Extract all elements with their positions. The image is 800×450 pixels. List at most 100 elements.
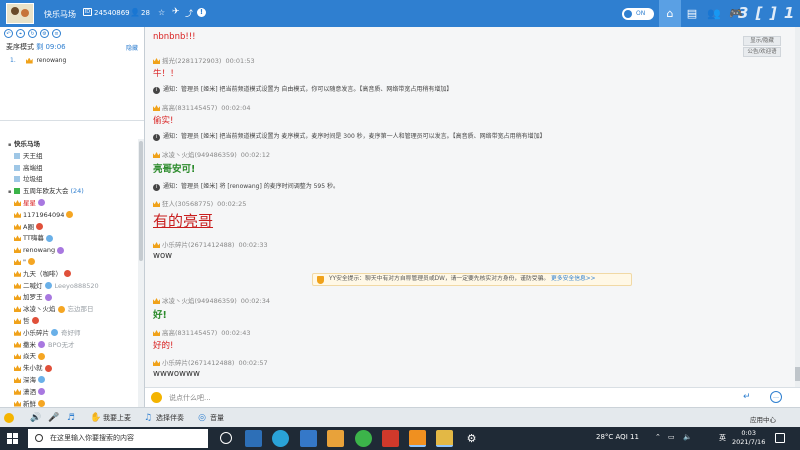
ime-indicator[interactable]: 英	[719, 433, 726, 443]
yy-channel-icon[interactable]	[436, 430, 453, 447]
taskbar-search[interactable]: 在这里输入你要搜索的内容	[28, 429, 208, 448]
tree-user[interactable]: 潇洒	[0, 387, 138, 399]
sender-name[interactable]: 小乐碎片(2671412488)	[162, 241, 234, 249]
location-icon[interactable]: ⌖	[16, 29, 25, 38]
back-icon[interactable]: ↶	[4, 29, 13, 38]
chat-scrollbar[interactable]	[795, 27, 800, 387]
speaker-button[interactable]: 🔊	[30, 412, 43, 424]
volume-button[interactable]: ◎ 音量	[197, 412, 224, 424]
tree-label: 五周年欧友大会	[23, 187, 69, 196]
channel-icon	[14, 188, 20, 195]
tree-channel[interactable]: 天王组	[0, 151, 138, 163]
tree-user[interactable]: 朱小就	[0, 363, 138, 375]
app-center-button[interactable]: 应用中心	[750, 414, 776, 424]
level-badge-icon	[64, 270, 71, 278]
message-header: 高高(831145457) 00:02:04	[153, 102, 251, 112]
star-icon[interactable]: ☆	[158, 8, 165, 17]
tree-channel[interactable]: 高端组	[0, 163, 138, 175]
chat-input[interactable]: 说点什么吧...	[169, 393, 211, 403]
id-icon: ID	[83, 8, 92, 16]
sender-name[interactable]: 冰凌丶火焰(949486359)	[162, 297, 237, 305]
tree-channel[interactable]: ▪ 五周年欧友大会 (24)	[0, 186, 138, 198]
sender-name[interactable]: 冰凌丶火焰(949486359)	[162, 151, 237, 159]
plane-icon[interactable]: ✈	[172, 7, 180, 17]
security-tip: YY安全提示：聊天中有对方自称管理员或DW，请一定要先核实对方身份，谨防受骗。 …	[312, 273, 632, 286]
level-badge-icon	[38, 376, 45, 384]
tree-user[interactable]: 星星	[0, 198, 138, 210]
channel-tree-scrollbar[interactable]	[138, 139, 144, 407]
tree-channel[interactable]: 垃圾组	[0, 174, 138, 186]
explorer-icon[interactable]	[245, 430, 262, 447]
network-icon[interactable]: ▭	[668, 433, 675, 441]
hide-button[interactable]: 隐藏	[126, 43, 138, 52]
volume-tray-icon[interactable]: 🔈	[683, 433, 692, 441]
wechat-icon[interactable]	[355, 430, 372, 447]
mode-toggle[interactable]: ON	[622, 8, 654, 20]
message-body: nbnbnb!!!	[153, 32, 196, 42]
tree-user[interactable]: 深海	[0, 375, 138, 387]
sender-name[interactable]: 摇光(2281172903)	[162, 57, 221, 65]
sender-name[interactable]: 小乐碎片(2671412488)	[162, 359, 234, 367]
tree-user[interactable]: 新鲜	[0, 399, 138, 407]
edge-icon[interactable]	[272, 430, 289, 447]
level-badge-icon	[28, 258, 35, 266]
announcement-button[interactable]: 公告/欢迎语	[743, 47, 781, 57]
message-time: 00:01:53	[225, 57, 255, 65]
send-icon[interactable]: ↵	[743, 392, 751, 402]
settings-gear-icon[interactable]: ⚙	[463, 430, 480, 447]
refresh-icon[interactable]: ↻	[28, 29, 37, 38]
subchannel-icon	[14, 164, 20, 171]
speaker-icon: 🔊	[30, 413, 42, 423]
emoji-icon[interactable]	[151, 392, 162, 403]
notification-icon[interactable]	[775, 433, 785, 443]
clock[interactable]: 0:03 2021/7/16	[732, 429, 765, 447]
sender-name[interactable]: 高高(831145457)	[162, 329, 217, 337]
title-bar: 快乐马场 ID 24540869 👤 28 ☆ ✈ ⤴ ! ON ⌂ ▤ 👥 🎮…	[0, 0, 800, 27]
mic-request-button[interactable]: ✋ 我要上麦	[90, 412, 131, 424]
chat-options-icon[interactable]: …	[770, 391, 782, 403]
tree-user[interactable]: renowang	[0, 245, 138, 257]
toggle-panel-button[interactable]: 显示/隐藏	[743, 36, 781, 46]
home-icon[interactable]: ⌂	[659, 0, 681, 27]
crown-icon	[14, 199, 21, 206]
app-icon[interactable]	[382, 430, 399, 447]
equalizer-button[interactable]: ♬	[66, 412, 79, 424]
chat-message: 小乐碎片(2671412488) 00:02:33 wow	[153, 239, 268, 261]
tree-user[interactable]: "	[0, 257, 138, 269]
sender-name[interactable]: 高高(831145457)	[162, 104, 217, 112]
history-icon[interactable]: ▤	[681, 0, 703, 27]
windows-start-icon[interactable]	[7, 433, 18, 444]
tray-expand-icon[interactable]: ⌃	[655, 433, 661, 441]
settings-icon[interactable]: ⚙	[40, 29, 49, 38]
sender-name[interactable]: 狂人(30568775)	[162, 200, 213, 208]
info-icon[interactable]: !	[197, 8, 206, 17]
accompany-button[interactable]: ♫ 选择伴奏	[143, 412, 184, 424]
tree-user[interactable]: A圈	[0, 222, 138, 234]
info-icon: i	[153, 87, 160, 94]
users-icon[interactable]: 👥	[703, 0, 725, 27]
level-badge-icon	[44, 282, 52, 290]
mic-button[interactable]: 🎤	[48, 412, 61, 424]
tree-user[interactable]: TT嗨暮	[0, 233, 138, 245]
explorer-folder-icon[interactable]	[300, 430, 317, 447]
avatar[interactable]	[4, 412, 17, 424]
share-icon[interactable]: ⤴	[185, 8, 193, 19]
tree-user[interactable]: 焱天	[0, 351, 138, 363]
tree-user[interactable]: 冰凌丶火焰 忘边那日	[0, 304, 138, 316]
list-icon[interactable]: ≡	[52, 29, 61, 38]
channel-avatar[interactable]	[6, 3, 34, 24]
tree-user[interactable]: 加罗王	[0, 292, 138, 304]
security-more-link[interactable]: 更多安全信息>>	[551, 276, 596, 282]
tree-user[interactable]: 1171964094	[0, 210, 138, 222]
queue-item[interactable]: 1. renowang	[10, 57, 134, 64]
task-view-icon[interactable]	[220, 432, 232, 444]
store-icon[interactable]	[327, 430, 344, 447]
tree-user[interactable]: 哲	[0, 316, 138, 328]
tree-user[interactable]: 二喊灯 Leeyo888520	[0, 281, 138, 293]
tree-channel[interactable]: ▪ 快乐马场	[0, 139, 138, 151]
yy-app-icon[interactable]	[409, 430, 426, 447]
tree-user[interactable]: 九天（咖啡）	[0, 269, 138, 281]
weather-readout[interactable]: 28°C AQI 11	[596, 433, 639, 441]
tree-user[interactable]: 撒米 BPO无才	[0, 340, 138, 352]
tree-user[interactable]: 小乐碎片 奇好师	[0, 328, 138, 340]
